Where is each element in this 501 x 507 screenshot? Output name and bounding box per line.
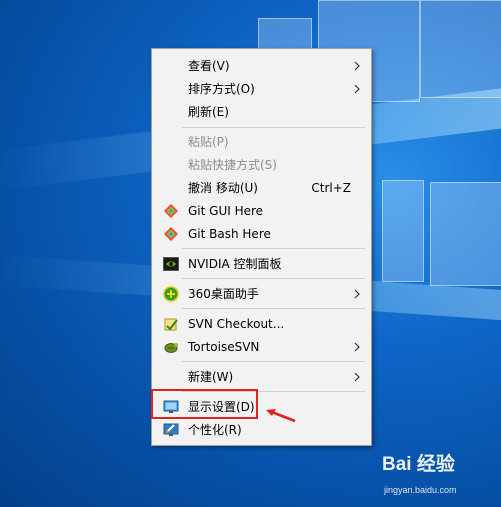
submenu-arrow-icon bbox=[354, 372, 360, 382]
menu-item-paste: 粘贴(P) bbox=[153, 131, 370, 153]
submenu-arrow-icon bbox=[354, 289, 360, 299]
360-icon bbox=[163, 286, 179, 302]
personalize-icon bbox=[163, 423, 179, 436]
menu-item-git-gui[interactable]: Git GUI Here bbox=[153, 200, 370, 222]
annotation-highlight-box bbox=[151, 389, 258, 419]
annotation-arrow-icon bbox=[266, 409, 296, 423]
menu-item-label: Git Bash Here bbox=[188, 227, 271, 241]
menu-item-svn-checkout[interactable]: SVN Checkout... bbox=[153, 313, 370, 335]
watermark-logo: Bai 经验 bbox=[382, 454, 455, 475]
menu-separator bbox=[182, 127, 365, 128]
menu-item-label: 粘贴快捷方式(S) bbox=[188, 158, 277, 172]
menu-item-label: 刷新(E) bbox=[188, 105, 229, 119]
menu-item-git-bash[interactable]: Git Bash Here bbox=[153, 223, 370, 245]
menu-item-shortcut: Ctrl+Z bbox=[311, 181, 351, 195]
nvidia-icon bbox=[163, 257, 179, 271]
menu-item-label: 粘贴(P) bbox=[188, 135, 229, 149]
menu-separator bbox=[182, 308, 365, 309]
menu-item-sort-by[interactable]: 排序方式(O) bbox=[153, 78, 370, 100]
menu-item-label: 撤消 移动(U) bbox=[188, 181, 258, 195]
menu-separator bbox=[182, 248, 365, 249]
menu-item-label: 360桌面助手 bbox=[188, 287, 259, 301]
menu-item-paste-shortcut: 粘贴快捷方式(S) bbox=[153, 154, 370, 176]
desktop-context-menu: 查看(V) 排序方式(O) 刷新(E) 粘贴(P) 粘贴快捷方式(S) 撤消 移… bbox=[151, 48, 372, 446]
tortoisesvn-icon bbox=[164, 343, 178, 353]
menu-item-360-desktop-assistant[interactable]: 360桌面助手 bbox=[153, 283, 370, 305]
menu-item-label: Git GUI Here bbox=[188, 204, 264, 218]
menu-item-label: 排序方式(O) bbox=[188, 82, 255, 96]
watermark-url: jingyan.baidu.com bbox=[384, 485, 457, 495]
menu-item-refresh[interactable]: 刷新(E) bbox=[153, 101, 370, 123]
menu-item-label: 查看(V) bbox=[188, 59, 230, 73]
windows-logo-pane bbox=[420, 0, 501, 98]
windows-logo-pane bbox=[430, 182, 501, 286]
menu-item-label: 新建(W) bbox=[188, 370, 234, 384]
baidu-jingyan-watermark: Bai 经验 jingyan.baidu.com bbox=[382, 449, 497, 499]
submenu-arrow-icon bbox=[354, 342, 360, 352]
menu-separator bbox=[182, 361, 365, 362]
git-icon bbox=[163, 203, 179, 219]
menu-item-new[interactable]: 新建(W) bbox=[153, 366, 370, 388]
menu-separator bbox=[182, 278, 365, 279]
menu-item-label: TortoiseSVN bbox=[188, 340, 260, 354]
submenu-arrow-icon bbox=[354, 61, 360, 71]
menu-item-label: SVN Checkout... bbox=[188, 317, 285, 331]
svn-checkout-icon bbox=[164, 318, 178, 331]
submenu-arrow-icon bbox=[354, 84, 360, 94]
menu-item-label: 个性化(R) bbox=[188, 423, 242, 437]
git-icon bbox=[163, 226, 179, 242]
menu-item-undo-move[interactable]: 撤消 移动(U) Ctrl+Z bbox=[153, 177, 370, 199]
menu-item-view[interactable]: 查看(V) bbox=[153, 55, 370, 77]
windows-logo-pane bbox=[382, 180, 424, 282]
menu-item-personalize[interactable]: 个性化(R) bbox=[153, 419, 370, 441]
menu-item-tortoisesvn[interactable]: TortoiseSVN bbox=[153, 336, 370, 358]
menu-item-label: NVIDIA 控制面板 bbox=[188, 257, 282, 271]
menu-item-nvidia-control-panel[interactable]: NVIDIA 控制面板 bbox=[153, 253, 370, 275]
